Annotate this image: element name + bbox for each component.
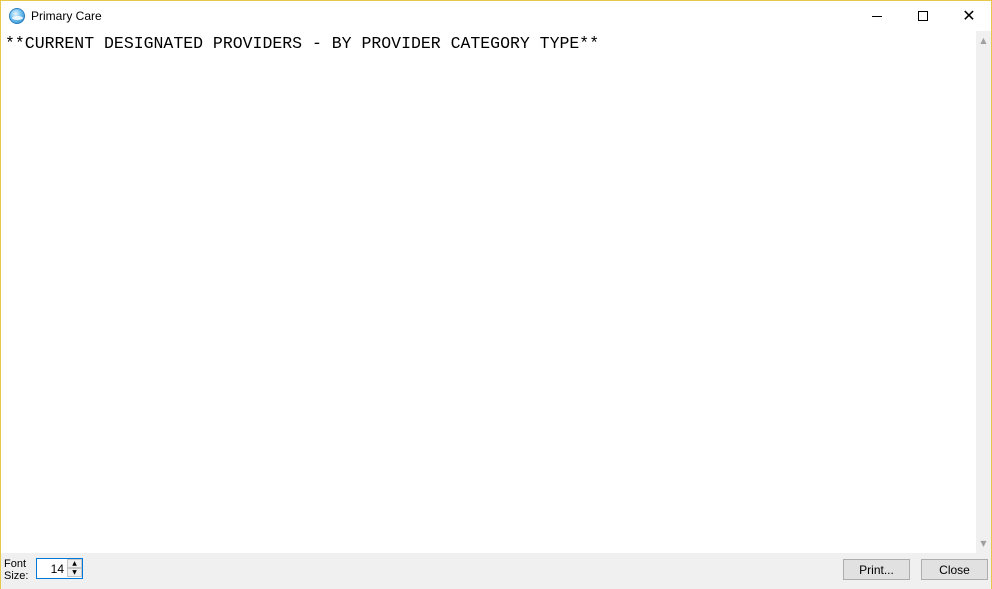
print-button[interactable]: Print...	[843, 559, 910, 580]
vertical-scrollbar[interactable]: ▲ ▼	[976, 31, 991, 553]
scroll-up-arrow-icon[interactable]: ▲	[976, 33, 991, 48]
close-window-button[interactable]: ✕	[946, 1, 992, 31]
spin-down-icon[interactable]: ▼	[67, 568, 82, 577]
scroll-down-arrow-icon[interactable]: ▼	[976, 536, 991, 551]
report-heading: **CURRENT DESIGNATED PROVIDERS - BY PROV…	[5, 34, 600, 53]
close-button[interactable]: Close	[921, 559, 988, 580]
maximize-icon	[918, 11, 928, 21]
report-text-area[interactable]: **CURRENT DESIGNATED PROVIDERS - BY PROV…	[1, 31, 976, 553]
app-globe-icon	[9, 8, 25, 24]
report-window: Primary Care ✕ **CURRENT DESIGNATED PROV…	[0, 0, 992, 589]
close-icon: ✕	[962, 6, 976, 25]
maximize-button[interactable]	[900, 1, 946, 31]
font-size-input[interactable]	[38, 560, 66, 577]
minimize-button[interactable]	[854, 1, 900, 31]
font-size-stepper[interactable]: ▲ ▼	[36, 558, 83, 579]
window-title: Primary Care	[31, 9, 102, 23]
minimize-icon	[872, 15, 882, 17]
title-bar[interactable]: Primary Care ✕	[1, 1, 991, 31]
font-size-label: Font Size:	[4, 558, 29, 582]
spin-up-icon[interactable]: ▲	[67, 559, 82, 568]
footer-panel: Font Size: ▲ ▼ Print... Close	[1, 553, 991, 589]
